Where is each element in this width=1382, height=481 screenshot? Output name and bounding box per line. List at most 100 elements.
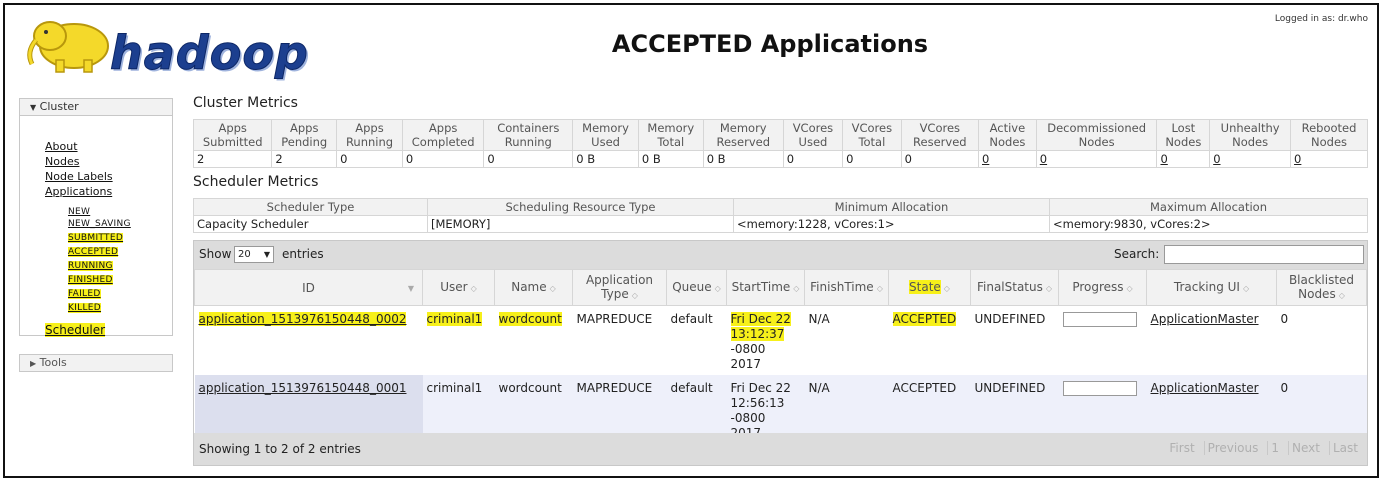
col-header-state[interactable]: State ◇ [888,269,971,306]
metric-link-rebooted-nodes[interactable]: 0 [1290,150,1368,168]
pager-previous-button[interactable]: Previous [1203,441,1262,455]
pager-page-1-button[interactable]: 1 [1267,441,1283,455]
metric-value: 0 [782,150,844,168]
sort-icon: ◇ [714,283,721,293]
page-title: ACCEPTED Applications [611,30,929,58]
logo-text: hadoop [110,26,309,81]
starttime-line: Fri Dec 22 [730,312,791,326]
table-toolbar: Show 20 ▼ entries Search: [194,241,1367,269]
hadoop-logo[interactable]: hadoop [22,12,308,81]
metric-header: Apps Completed [401,119,485,151]
col-header-finishtime[interactable]: FinishTime ◇ [804,269,889,306]
col-header-label: StartTime [731,279,791,294]
metric-header: Lost Nodes [1156,119,1211,151]
sidebar-cluster-body: About Nodes Node Labels Applications NEW… [19,116,173,337]
app-id-link[interactable]: application_1513976150448_0001 [199,381,407,395]
col-header-label: Progress [1072,279,1124,294]
starttime-line: 13:12:37 [730,327,785,341]
sidebar-state-finished[interactable]: FINISHED [68,275,113,285]
metric-value: 0 B [572,150,639,168]
finishtime-cell: N/A [808,312,830,326]
sort-icon: ◇ [793,283,800,293]
search-input[interactable] [1164,245,1364,264]
sort-icon: ◇ [1126,283,1133,293]
sidebar-state-new[interactable]: NEW [68,207,90,217]
starttime-line: -0800 [730,342,766,356]
metric-link-active-nodes[interactable]: 0 [978,150,1037,168]
scheduler-value: <memory:9830, vCores:2> [1049,215,1368,233]
pager-first-button[interactable]: First [1166,441,1197,455]
applications-panel: Show 20 ▼ entries Search: ID ▼ User ◇ Name… [193,240,1368,466]
col-header-starttime[interactable]: StartTime ◇ [726,269,805,306]
col-header-application-type[interactable]: Application Type ◇ [572,269,667,306]
tracking-link[interactable]: ApplicationMaster [1151,381,1259,395]
metric-value: 0 B [637,150,704,168]
user-value: criminal1 [426,312,483,326]
metric-header: Memory Reserved [702,119,784,151]
entries-info: Showing 1 to 2 of 2 entries [199,442,361,456]
metric-value: 0 [842,150,902,168]
metric-header: VCores Used [782,119,844,151]
metric-link-lost-nodes[interactable]: 0 [1156,150,1211,168]
col-header-tracking-ui[interactable]: Tracking UI ◇ [1146,269,1277,306]
sidebar-link-applications[interactable]: Applications [45,185,112,198]
metric-link-decommissioned-nodes[interactable]: 0 [1035,150,1158,168]
col-header-progress[interactable]: Progress ◇ [1058,269,1147,306]
table-row: application_1513976150448_0002 criminal1… [195,306,1367,376]
collapse-arrow-icon: ▼ [30,103,37,112]
cluster-metrics-table: Apps Submitted Apps Pending Apps Running… [192,119,1368,168]
metric-header: Rebooted Nodes [1290,119,1368,151]
app-id-link[interactable]: application_1513976150448_0002 [198,312,407,326]
metric-header: Apps Pending [271,119,338,151]
col-header-finalstatus[interactable]: FinalStatus ◇ [970,269,1059,306]
state-cell: ACCEPTED [889,306,971,376]
starttime-line: -0800 [730,411,766,425]
sort-icon: ◇ [1338,290,1345,300]
name-cell: wordcount [495,306,573,376]
scheduler-header: Maximum Allocation [1049,198,1368,216]
sidebar: ▼ Cluster About Nodes Node Labels Applic… [19,98,173,372]
col-header-blacklisted-nodes[interactable]: Blacklisted Nodes ◇ [1276,269,1367,306]
col-header-label: ID [302,280,315,295]
show-label: Show [199,247,232,261]
col-header-queue[interactable]: Queue ◇ [666,269,727,306]
sidebar-state-killed[interactable]: KILLED [68,303,102,313]
sidebar-state-new-saving[interactable]: NEW_SAVING [68,219,131,229]
sidebar-link-scheduler[interactable]: Scheduler [45,323,106,337]
pagination: First Previous 1 Next Last [1160,441,1361,455]
col-header-label: Queue [672,279,712,294]
name-value: wordcount [498,312,562,326]
page-size-select[interactable]: 20 ▼ [234,246,274,263]
metric-header: Containers Running [483,119,574,151]
sidebar-state-running[interactable]: RUNNING [68,261,113,271]
tracking-link[interactable]: ApplicationMaster [1151,312,1259,326]
col-header-user[interactable]: User ◇ [422,269,495,306]
tracking-cell: ApplicationMaster [1147,306,1277,376]
sidebar-state-submitted[interactable]: SUBMITTED [68,233,124,243]
metric-header: Active Nodes [978,119,1037,151]
pager-last-button[interactable]: Last [1329,441,1361,455]
col-header-id[interactable]: ID ▼ [194,269,423,306]
sidebar-link-about[interactable]: About [45,140,78,153]
sidebar-cluster-label: Cluster [39,100,79,113]
sidebar-state-failed[interactable]: FAILED [68,289,101,299]
progress-cell [1059,306,1147,376]
logged-in-user: Logged in as: dr.who [1274,14,1368,24]
sidebar-link-node-labels[interactable]: Node Labels [45,170,113,183]
metric-header: Decommissioned Nodes [1035,119,1158,151]
sidebar-state-accepted[interactable]: ACCEPTED [68,247,119,257]
col-header-name[interactable]: Name ◇ [494,269,573,306]
col-header-label: User [440,279,468,294]
scheduler-metrics-title: Scheduler Metrics [193,174,319,190]
col-header-label: FinishTime [810,279,874,294]
metric-link-unhealthy-nodes[interactable]: 0 [1209,150,1292,168]
sidebar-link-nodes[interactable]: Nodes [45,155,79,168]
metric-header: Memory Total [637,119,704,151]
pager-next-button[interactable]: Next [1288,441,1323,455]
sidebar-cluster-header[interactable]: ▼ Cluster [19,98,173,116]
sidebar-tools-header[interactable]: ▶ Tools [19,354,173,372]
metric-header: Unhealthy Nodes [1209,119,1292,151]
metric-header: VCores Total [842,119,902,151]
progress-bar [1062,381,1137,396]
finalstatus-cell: UNDEFINED [974,312,1046,326]
